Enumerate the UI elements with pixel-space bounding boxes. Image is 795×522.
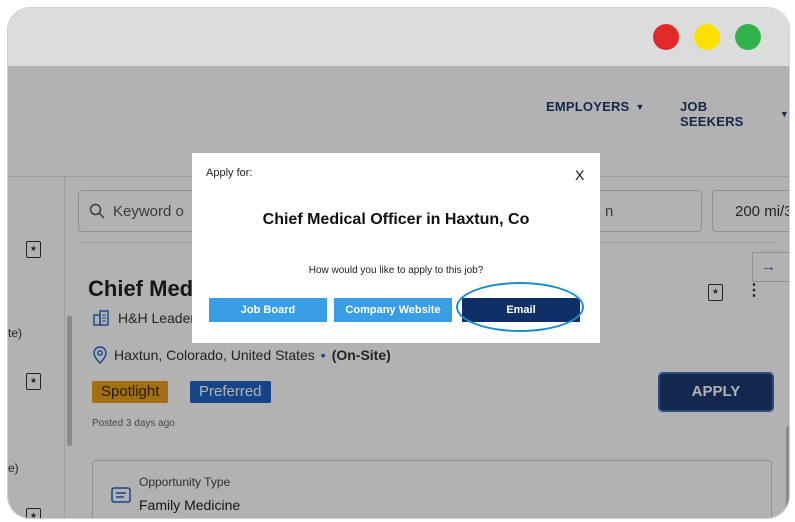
- apply-question: How would you like to apply to this job?: [308, 265, 484, 276]
- list-scrollbar[interactable]: [67, 316, 72, 446]
- browser-window: EMPLOYERS ▼ JOB SEEKERS ▼ ★ te) ★ e) ★ K…: [8, 8, 789, 518]
- close-modal-button[interactable]: X: [575, 167, 584, 183]
- company-website-button[interactable]: Company Website: [334, 298, 452, 322]
- job-board-button[interactable]: Job Board: [209, 298, 327, 322]
- title-bar: [8, 8, 789, 66]
- close-window-dot[interactable]: [653, 24, 679, 50]
- apply-for-label: Apply for:: [206, 167, 253, 179]
- email-highlight-ring: [456, 282, 584, 332]
- modal-job-title: Chief Medical Officer in Haxtun, Co: [262, 211, 530, 228]
- scrollbar[interactable]: [786, 426, 789, 518]
- minimize-window-dot[interactable]: [694, 24, 720, 50]
- maximize-window-dot[interactable]: [735, 24, 761, 50]
